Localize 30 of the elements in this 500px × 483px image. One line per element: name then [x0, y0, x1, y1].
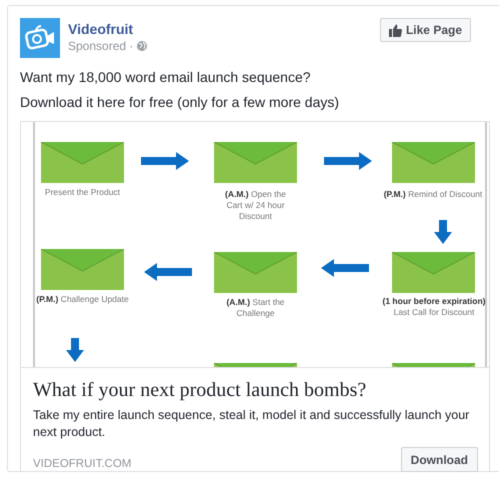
step-label: (A.M.) Start the Challenge [225, 297, 286, 319]
arrow-icon [144, 263, 192, 281]
step-label: (P.M.) Challenge Update [35, 294, 130, 305]
step-label: (A.M.) Open the Cart w/ 24 hour Discount [224, 189, 287, 222]
download-button[interactable]: Download [400, 447, 478, 472]
envelope-icon [392, 142, 475, 183]
like-page-button[interactable]: Like Page [380, 18, 471, 42]
envelope-icon [214, 142, 297, 183]
arrow-icon [321, 259, 369, 277]
sponsored-label: Sponsored · [68, 38, 134, 54]
arrow-icon [66, 338, 84, 362]
arrow-icon [324, 152, 372, 170]
link-domain: VIDEOFRUIT.COM [33, 457, 132, 471]
link-title: What if your next product launch bombs? [33, 378, 368, 403]
page-name[interactable]: Videofruit [68, 20, 380, 38]
arrow-icon [141, 152, 189, 170]
link-description: Take my entire launch sequence, steal it, model it and successfully launch your next product. [33, 407, 470, 441]
envelope-icon [41, 249, 124, 290]
step-label: (1 hour before expiration) Last Call for Discount [382, 296, 486, 318]
envelope-icon [392, 252, 475, 293]
post-text: Download it here for free (only for a few more days) [20, 93, 340, 112]
step-label: Present the Product [44, 187, 122, 198]
step-label: (P.M.) Remind of Discount [383, 189, 483, 200]
envelope-icon [214, 252, 297, 293]
link-preview[interactable] [20, 121, 490, 472]
thumbs-up-icon [388, 24, 402, 36]
post-text: Want my 18,000 word email launch sequence? [20, 68, 312, 87]
arrow-icon [434, 220, 452, 244]
logo-icon [20, 18, 60, 58]
envelope-icon [41, 142, 124, 183]
